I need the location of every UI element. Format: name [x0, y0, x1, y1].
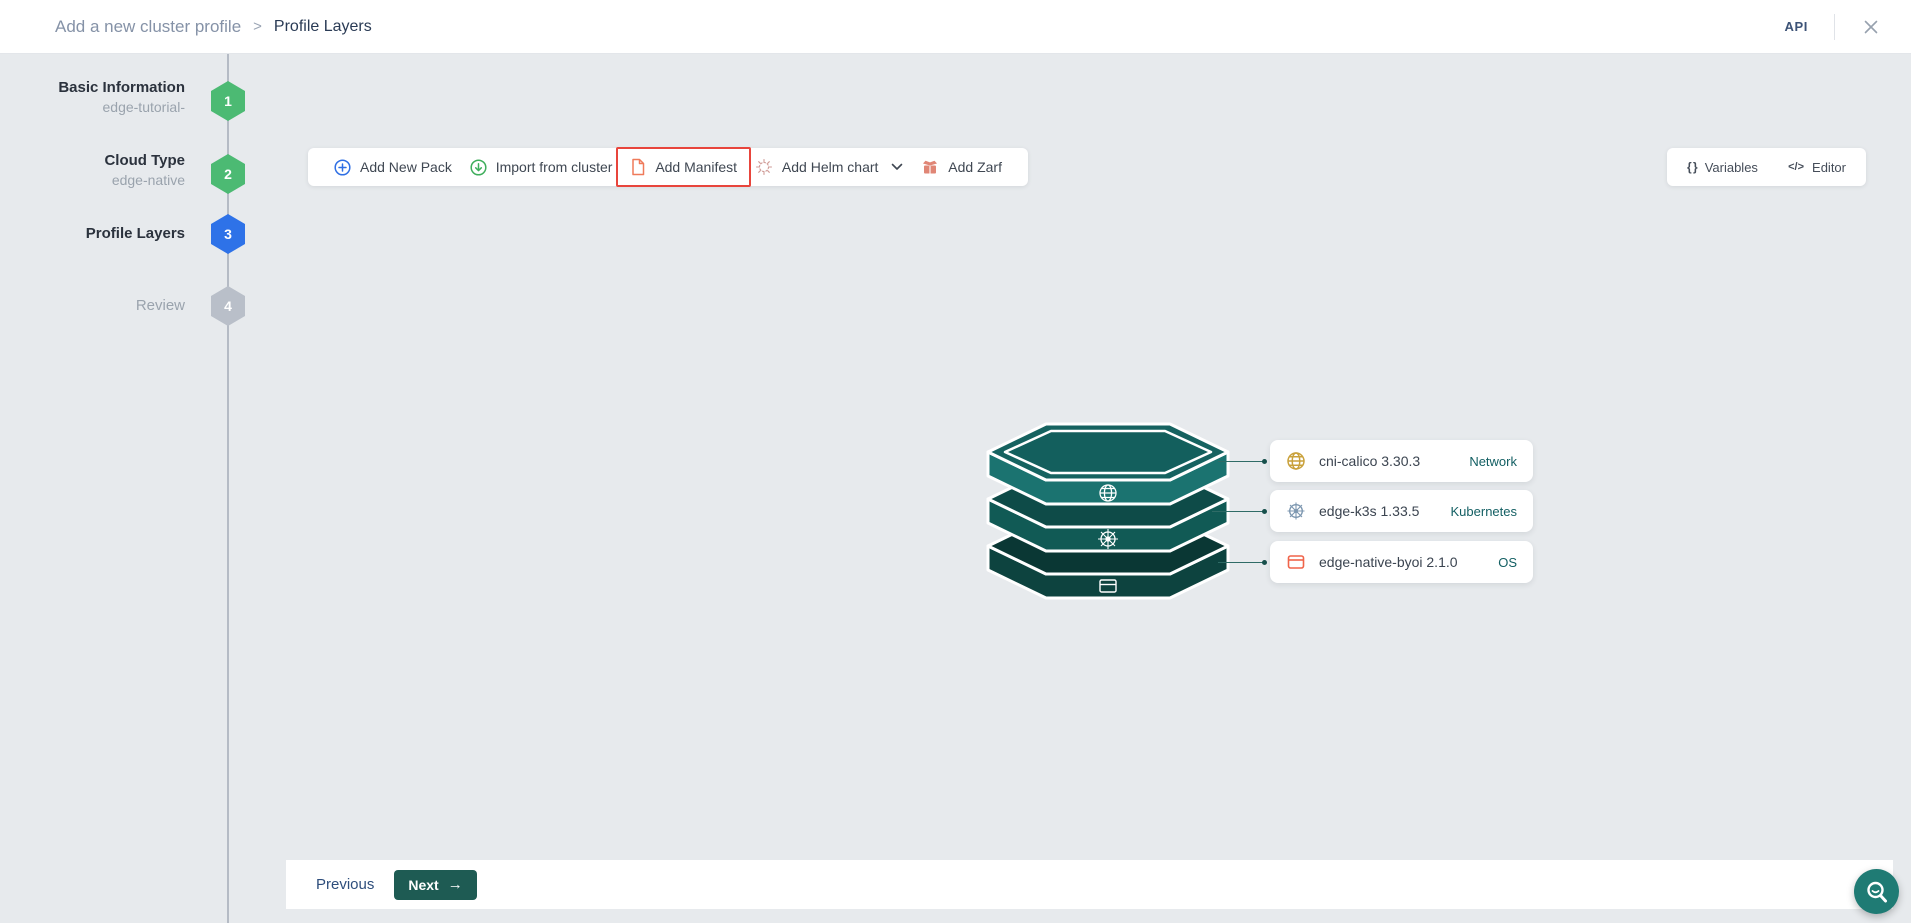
step-label: Cloud Type: [104, 152, 185, 169]
connector-dot: [1262, 459, 1267, 464]
add-zarf-label: Add Zarf: [948, 159, 1002, 175]
add-new-pack-label: Add New Pack: [360, 159, 452, 175]
pack-name: edge-k3s 1.33.5: [1319, 503, 1420, 519]
variables-label: Variables: [1704, 159, 1758, 175]
connector-network: [1218, 461, 1264, 462]
layer-network[interactable]: [986, 422, 1230, 506]
layer-actions-toolbar: Add New Pack Import from cluster Add Man…: [308, 147, 1028, 187]
stepper-step-basic-information[interactable]: Basic Information edge-tutorial- 1: [0, 78, 245, 121]
add-helm-chart-label: Add Helm chart: [781, 159, 879, 175]
circle-plus-icon: [334, 158, 351, 176]
magnifier-smile-icon: [1866, 881, 1887, 902]
cluster-profile-wizard: Add a new cluster profile > Profile Laye…: [0, 0, 1911, 923]
add-manifest-button[interactable]: Add Manifest: [616, 147, 751, 187]
connector-kubernetes: [1212, 511, 1264, 512]
helm-wheel-icon: [1287, 502, 1305, 520]
previous-button[interactable]: Previous: [316, 876, 374, 893]
braces-icon: { }: [1687, 160, 1698, 174]
import-from-cluster-button[interactable]: Import from cluster: [470, 158, 613, 176]
add-zarf-button[interactable]: Add Zarf: [921, 159, 1002, 175]
pack-name: cni-calico 3.30.3: [1319, 453, 1421, 469]
breadcrumb-separator: >: [253, 18, 262, 35]
header-divider: [1834, 13, 1835, 40]
next-label: Next: [408, 876, 439, 893]
stepper-step-cloud-type[interactable]: Cloud Type edge-native 2: [0, 151, 245, 194]
breadcrumb-parent[interactable]: Add a new cluster profile: [55, 17, 241, 37]
stepper-step-profile-layers[interactable]: Profile Layers 3: [0, 214, 245, 254]
side-tools-bar: { } Variables </> Editor: [1667, 148, 1866, 186]
header: Add a new cluster profile > Profile Laye…: [0, 0, 1911, 54]
pack-type-tag: Kubernetes: [1450, 503, 1518, 519]
step-hexagon-active: 3: [211, 214, 245, 254]
help-beacon-button[interactable]: [1854, 869, 1899, 914]
pack-name: edge-native-byoi 2.1.0: [1319, 554, 1458, 570]
chevron-down-icon: [891, 163, 903, 171]
pack-type-tag: Network: [1469, 453, 1517, 469]
step-sublabel: edge-tutorial-: [102, 99, 186, 115]
step-sublabel: edge-native: [111, 172, 185, 188]
pack-type-tag: OS: [1498, 554, 1517, 570]
code-icon: </>: [1788, 161, 1805, 173]
connector-os: [1218, 562, 1264, 563]
globe-icon: [1287, 452, 1305, 470]
stepper-step-review[interactable]: Review 4: [0, 286, 245, 326]
add-helm-chart-button[interactable]: Add Helm chart: [755, 158, 903, 176]
circle-arrow-down-icon: [470, 158, 487, 176]
add-manifest-label: Add Manifest: [655, 159, 738, 175]
step-label: Review: [135, 297, 185, 314]
connector-dot: [1262, 509, 1267, 514]
next-button[interactable]: Next →: [394, 869, 477, 900]
import-from-cluster-label: Import from cluster: [495, 159, 613, 175]
step-label: Profile Layers: [85, 225, 185, 242]
profile-layer-stack[interactable]: [983, 420, 1233, 612]
variables-button[interactable]: { } Variables: [1687, 160, 1758, 175]
add-new-pack-button[interactable]: Add New Pack: [334, 158, 452, 176]
editor-label: Editor: [1812, 159, 1846, 175]
kubernetes-wheel-icon: [1098, 529, 1118, 549]
layer-card-kubernetes[interactable]: edge-k3s 1.33.5 Kubernetes: [1270, 490, 1533, 532]
arrow-right-icon: →: [447, 876, 463, 893]
page-title: Profile Layers: [273, 17, 372, 35]
close-icon[interactable]: [1861, 17, 1881, 37]
zarf-package-icon: [923, 160, 938, 174]
step-hexagon-done: 2: [211, 154, 245, 194]
layer-card-network[interactable]: cni-calico 3.30.3 Network: [1270, 440, 1533, 482]
manifest-file-icon: [632, 158, 645, 176]
os-window-icon: [1287, 555, 1305, 569]
layer-card-os[interactable]: edge-native-byoi 2.1.0 OS: [1270, 541, 1533, 583]
step-hexagon-done: 1: [211, 81, 245, 121]
wizard-footer: Previous Next →: [286, 860, 1893, 909]
step-label: Basic Information: [58, 79, 185, 96]
api-link[interactable]: API: [1785, 19, 1808, 34]
step-hexagon-pending: 4: [211, 286, 245, 326]
helm-wheel-icon: [755, 158, 772, 176]
editor-button[interactable]: </> Editor: [1788, 160, 1846, 175]
connector-dot: [1262, 560, 1267, 565]
